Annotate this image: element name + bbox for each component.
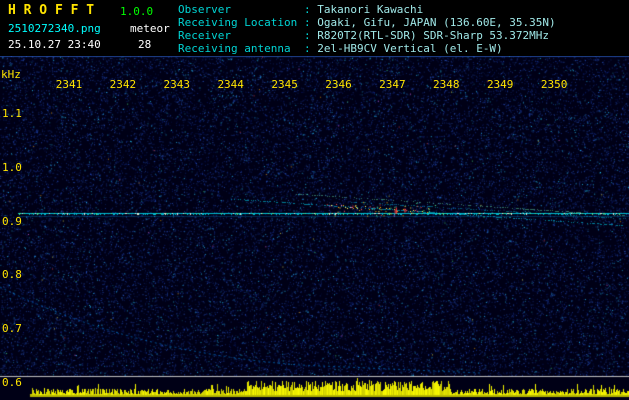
datetime-label: 25.10.27 23:40 (8, 38, 101, 51)
info-colon: : (304, 29, 318, 42)
app-version: 1.0.0 (120, 5, 154, 18)
app-title: H R O F F T (8, 3, 95, 18)
freq-unit-label: kHz (1, 68, 21, 81)
info-row: Receiver: R820T2(RTL-SDR) SDR-Sharp 53.3… (178, 29, 556, 42)
mode-label: meteor (130, 22, 170, 35)
spectrogram: kHz 2341 2342 2343 2344 2345 2346 2347 2348 2349… (0, 56, 629, 400)
info-colon: : (304, 16, 318, 29)
freq-label: 0.8 (2, 268, 22, 282)
output-filename: 2510272340.png (8, 22, 101, 35)
freq-label: 0.9 (2, 214, 22, 228)
info-colon: : (304, 3, 318, 16)
freq-label: 1.0 (2, 160, 22, 174)
info-label: Receiver (178, 29, 231, 42)
time-label: 2346 (325, 78, 352, 91)
time-label: 2341 (55, 78, 83, 91)
time-label: 2349 (486, 78, 514, 91)
echo-count: 28 (138, 38, 152, 51)
time-label: 2343 (163, 78, 191, 91)
freq-label: 0.6 (2, 376, 22, 389)
info-label: Observer (178, 3, 231, 16)
info-row: Receiving antenna: 2el-HB9CV Vertical (e… (178, 42, 556, 55)
info-colon: : (304, 42, 318, 55)
info-row: Receiving Location: Ogaki, Gifu, JAPAN (… (178, 16, 556, 29)
time-label: 2342 (109, 78, 137, 91)
time-label: 2350 (540, 78, 568, 91)
info-row: Observer: Takanori Kawachi (178, 3, 556, 16)
info-value: 2el-HB9CV Vertical (el. E-W) (317, 42, 503, 55)
info-label: Receiving Location (178, 16, 298, 29)
info-value: R820T2(RTL-SDR) SDR-Sharp 53.372MHz (317, 29, 550, 42)
time-label: 2345 (271, 78, 298, 91)
hrofft-window: H R O F F T 1.0.0 2510272340.png meteor … (0, 0, 629, 400)
info-label: Receiving antenna (178, 42, 291, 55)
time-label: 2344 (217, 78, 244, 91)
header: H R O F F T 1.0.0 2510272340.png meteor … (0, 0, 629, 56)
station-info: Observer: Takanori Kawachi Receiving Loca… (178, 3, 556, 55)
info-value: Takanori Kawachi (317, 3, 424, 16)
spectrogram-canvas (0, 56, 629, 400)
freq-label: 1.1 (2, 107, 22, 120)
time-label: 2348 (433, 78, 460, 91)
time-label: 2347 (379, 78, 406, 91)
info-value: Ogaki, Gifu, JAPAN (136.60E, 35.35N) (317, 16, 556, 29)
freq-label: 0.7 (2, 322, 22, 336)
